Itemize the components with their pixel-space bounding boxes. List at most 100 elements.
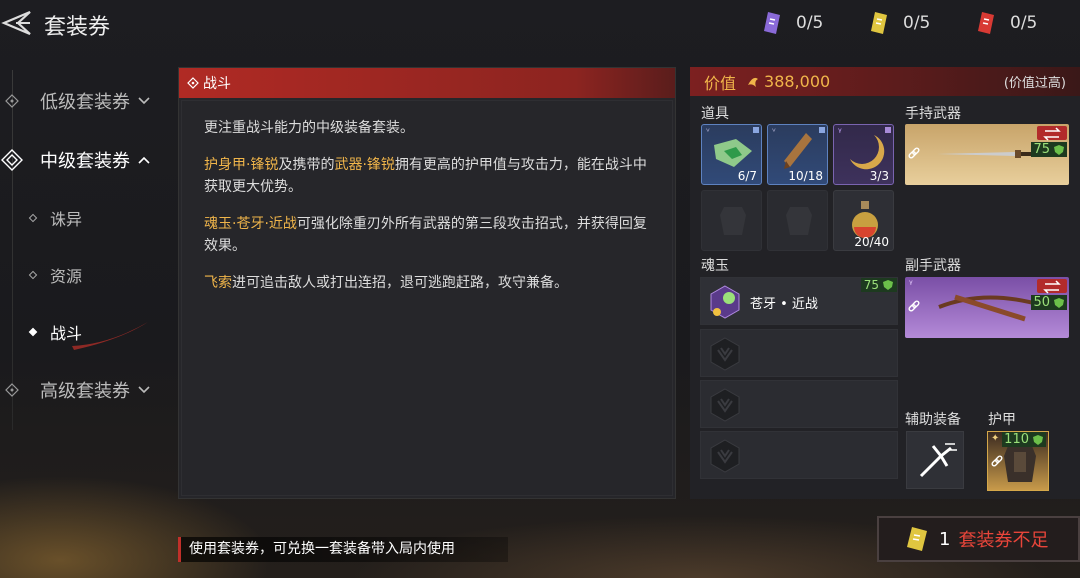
text: 及携带的 [278, 157, 335, 173]
item-slot-scroll[interactable]: ᵛ 10/18 [767, 124, 828, 185]
sidebar-item-zhuyi[interactable]: 诛异 [28, 206, 83, 230]
currency-value: 0/5 [903, 13, 931, 33]
rarity-icon: ᵞ [909, 279, 913, 290]
rarity-icon: ᵞ [838, 127, 842, 138]
main-weapon-slot[interactable]: 75 [905, 124, 1069, 185]
sword-icon [937, 150, 1043, 158]
sidebar-divider [12, 70, 13, 430]
swap-button[interactable] [1037, 279, 1067, 294]
diamond-icon [1, 149, 23, 171]
text: 进可追击敌人或打出连招，退可逃跑赶路，攻守兼备。 [232, 275, 568, 291]
soul-level: 75 [860, 278, 897, 292]
armor-slot[interactable]: ✦ 110 [987, 431, 1049, 491]
sidebar-group-mid[interactable]: 中级套装券 [0, 147, 150, 173]
sub-weapon-slot[interactable]: ᵞ 50 [905, 277, 1069, 338]
armor-icon [1004, 446, 1036, 482]
item-slot-flask[interactable]: 20/40 [833, 190, 894, 251]
item-count: 6/7 [737, 169, 757, 183]
diamond-icon [5, 383, 19, 397]
soul-name: 苍牙 • 近战 [750, 297, 818, 312]
sidebar-item-label: 战斗 [50, 324, 83, 343]
ticket-purple-icon [764, 12, 780, 34]
sidebar-item-zhandou[interactable]: 战斗 [28, 320, 83, 344]
swap-icon [1043, 280, 1061, 294]
soul-slot-empty[interactable] [700, 380, 898, 428]
value-bar: 价值 388,000 (价值过高) [690, 67, 1080, 96]
swap-button[interactable] [1037, 126, 1067, 141]
sidebar-item-ziyuan[interactable]: 资源 [28, 263, 82, 287]
panel-body: 更注重战斗能力的中级装备套装。 护身甲·锋锐及携带的武器·锋锐拥有更高的护甲值与… [181, 100, 673, 496]
footer-tip: 使用套装券，可兑换一套装备带入局内使用 [178, 537, 508, 562]
paragraph-armor: 护身甲·锋锐及携带的武器·锋锐拥有更高的护甲值与攻击力，能在战斗中获取更大优势。 [204, 154, 650, 198]
paragraph-soul: 魂玉·苍牙·近战可强化除重刃外所有武器的第三段攻击招式，并获得回复效果。 [204, 213, 650, 257]
exchange-message: 套装券不足 [958, 530, 1049, 551]
empty-slot-icon [720, 207, 746, 235]
sub-weapon-label: 副手武器 [905, 258, 961, 274]
diamond-icon [5, 94, 19, 108]
item-slot-map[interactable]: ᵛ 6/7 [701, 124, 762, 185]
description-panel: 战斗 更注重战斗能力的中级装备套装。 护身甲·锋锐及携带的武器·锋锐拥有更高的护… [178, 67, 676, 499]
level-value: 75 [863, 278, 879, 292]
crossbow-icon [938, 294, 1042, 322]
soul-slot-empty[interactable] [700, 431, 898, 479]
sidebar-item-label: 诛异 [50, 210, 83, 229]
page-title: 套装券 [44, 15, 111, 40]
weapon-level: 50 [1031, 295, 1067, 310]
shield-icon [1054, 297, 1064, 308]
back-arrow-icon[interactable] [0, 8, 34, 38]
corner-marker [753, 127, 759, 133]
intro-text: 更注重战斗能力的中级装备套装。 [204, 120, 414, 136]
map-icon [714, 139, 752, 167]
link-icon [991, 455, 1003, 467]
paragraph-rope: 飞索进可追击敌人或打出连招，退可逃跑赶路，攻守兼备。 [204, 272, 650, 294]
coin-icon [748, 77, 759, 87]
diamond-icon [187, 77, 199, 89]
sidebar-group-low[interactable]: 低级套装券 [0, 88, 150, 114]
chevron-down-icon [138, 386, 150, 394]
corner-marker [819, 127, 825, 133]
scroll-icon [784, 133, 812, 169]
empty-hex-icon [710, 337, 740, 371]
highlight: 武器·锋锐 [334, 157, 395, 173]
shield-icon [1054, 144, 1064, 155]
highlight: 魂玉·苍牙·近战 [204, 216, 297, 232]
weapon-level: 75 [1031, 142, 1067, 157]
swap-icon [1043, 127, 1061, 141]
crescent-icon [850, 135, 885, 170]
grapple-hook-icon [919, 443, 957, 478]
highlight: 飞索 [204, 275, 232, 291]
highlight: 护身甲·锋锐 [204, 157, 279, 173]
value-label: 价值 [704, 73, 737, 93]
panel-header: 战斗 [179, 68, 675, 98]
link-icon [908, 147, 920, 159]
currency-value: 0/5 [1010, 13, 1038, 33]
bullet-icon [28, 213, 38, 223]
soul-slot-filled[interactable]: 苍牙 • 近战 75 [700, 277, 898, 325]
item-slot-empty[interactable] [701, 190, 762, 251]
soul-slot-empty[interactable] [700, 329, 898, 377]
shield-icon [883, 280, 893, 290]
exchange-count: 1 [939, 528, 951, 550]
sidebar-group-high[interactable]: 高级套装券 [0, 377, 150, 403]
level-value: 50 [1033, 295, 1050, 310]
item-slot-crescent[interactable]: ᵞ 3/3 [833, 124, 894, 185]
rarity-icon: ✦ [991, 433, 1000, 444]
ticket-gold-icon [871, 12, 887, 34]
flask-icon [852, 201, 878, 238]
rarity-icon: ᵛ [772, 127, 777, 138]
ticket-gold-icon [907, 527, 927, 551]
armor-level: 110 [1002, 432, 1046, 447]
item-count: 10/18 [788, 169, 823, 183]
exchange-button[interactable]: 1 套装券不足 [877, 516, 1080, 562]
bullet-icon [28, 270, 38, 280]
currency-purple: 0/5 [762, 10, 840, 36]
support-label: 辅助装备 [905, 412, 961, 428]
item-slot-empty[interactable] [767, 190, 828, 251]
empty-slot-icon [786, 207, 812, 235]
sidebar-group-label: 高级套装券 [40, 381, 130, 402]
link-icon [908, 300, 920, 312]
armor-label: 护甲 [988, 412, 1016, 428]
item-count: 3/3 [869, 169, 889, 183]
items-label: 道具 [701, 106, 729, 122]
support-equipment-slot[interactable] [906, 431, 964, 489]
